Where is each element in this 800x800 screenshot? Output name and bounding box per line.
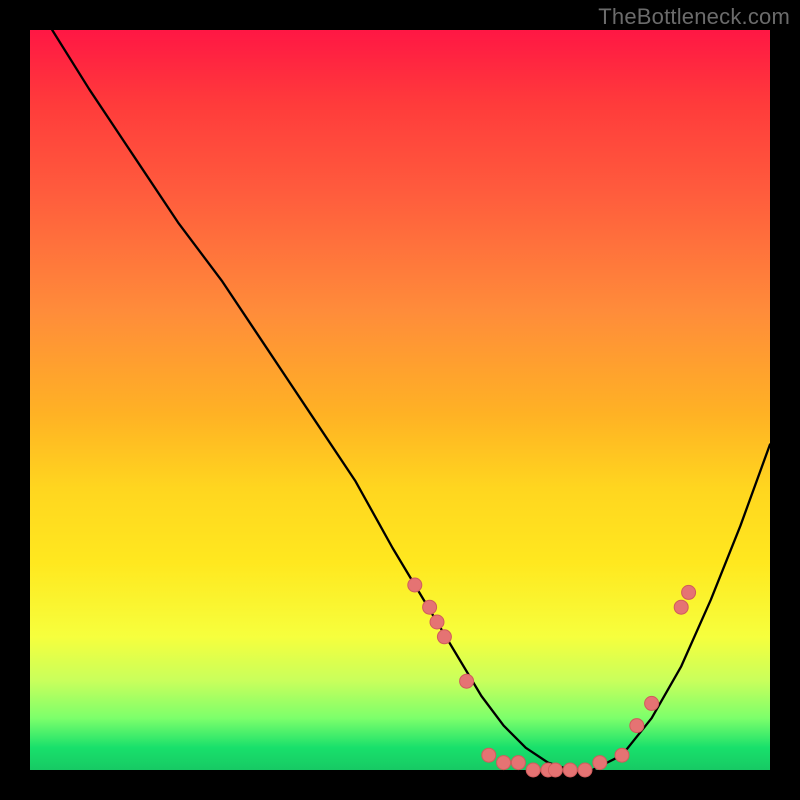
data-point <box>578 763 592 777</box>
data-point <box>497 756 511 770</box>
data-point <box>430 615 444 629</box>
data-point <box>482 748 496 762</box>
data-point <box>423 600 437 614</box>
data-point <box>408 578 422 592</box>
watermark-text: TheBottleneck.com <box>598 4 790 30</box>
curve-line <box>52 30 770 770</box>
chart-container: TheBottleneck.com <box>0 0 800 800</box>
data-point <box>593 756 607 770</box>
data-point <box>563 763 577 777</box>
data-point <box>548 763 562 777</box>
data-point <box>682 585 696 599</box>
data-point <box>674 600 688 614</box>
data-point <box>615 748 629 762</box>
chart-svg <box>30 30 770 770</box>
data-point <box>511 756 525 770</box>
data-point <box>437 630 451 644</box>
data-point <box>526 763 540 777</box>
data-point <box>630 719 644 733</box>
data-point <box>645 696 659 710</box>
data-point <box>460 674 474 688</box>
plot-area <box>30 30 770 770</box>
